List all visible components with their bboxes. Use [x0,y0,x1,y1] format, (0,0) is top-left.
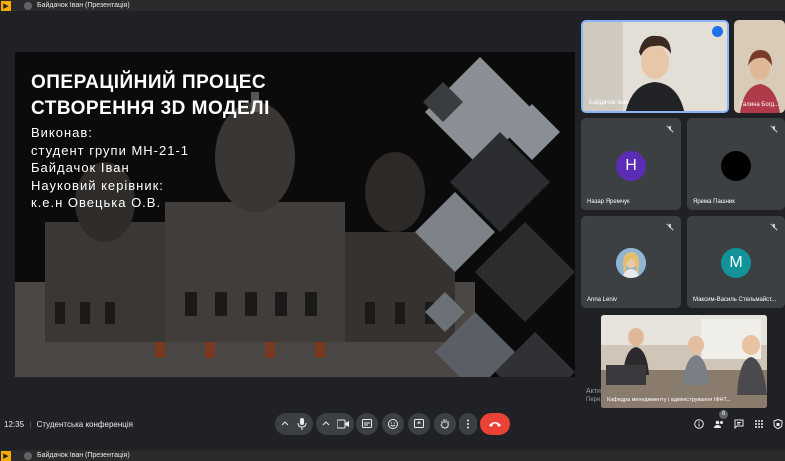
chevron-up-icon[interactable] [322,420,330,428]
partial-video [734,20,785,113]
participant-name: Байдачок Іван [589,100,629,106]
mic-off-icon [666,223,674,231]
room-video [601,315,767,408]
mic-off-icon [666,125,674,133]
mic-control[interactable] [275,413,313,435]
avatar-photo [616,248,646,278]
clock: 12:35 [4,420,25,429]
presentation-slide: ОПЕРАЦІЙНИЙ ПРОЦЕС СТВОРЕННЯ 3D МОДЕЛІ В… [15,52,575,377]
meeting-name: Студентська конференція [36,420,133,429]
separator: | [29,420,32,429]
info-icon[interactable] [694,419,704,429]
phone-hangup-icon[interactable] [488,420,502,428]
slides-app-icon: ▶ [1,0,11,11]
presenter-avatar [24,1,32,10]
participant-tile[interactable]: Ярема Пашник [687,118,785,210]
captions-button[interactable] [356,413,378,435]
present-button[interactable] [408,413,430,435]
avatar: Н [616,151,646,181]
slide-body-line: Байдачок Іван [31,160,130,175]
slide-title: ОПЕРАЦІЙНИЙ ПРОЦЕС СТВОРЕННЯ 3D МОДЕЛІ [31,70,270,122]
host-controls-icon[interactable] [773,419,783,429]
participant-name: Ярема Пашник [693,199,735,205]
end-call-button[interactable] [480,413,510,435]
window-titlebar-bottom: ▶ Байдачок Іван (Презентація) [0,450,785,461]
slide-title-line2: СТВОРЕННЯ 3D МОДЕЛІ [31,98,270,119]
more-options-button[interactable] [459,413,477,435]
chat-icon[interactable] [734,419,744,429]
presenter-avatar [24,451,32,460]
emoji-icon[interactable] [388,419,398,429]
participant-name: Галина Богд... [740,102,780,108]
slide-body-line: к.е.н Овецька О.В. [31,195,162,210]
avatar: М [721,248,751,278]
emoji-button[interactable] [382,413,404,435]
participant-tile[interactable]: Anna Leniv [581,216,681,308]
mic-off-icon [770,223,778,231]
window-title: Байдачок Іван (Презентація) [37,452,130,459]
participant-tile-speaker[interactable]: Байдачок Іван [581,20,729,113]
more-vert-icon[interactable] [466,419,470,429]
participant-tile[interactable]: Н Назар Яремчук [581,118,681,210]
slide-body-line: Виконав: [31,125,93,140]
participant-name: Anna Leniv [587,297,618,303]
meet-main-area: ОПЕРАЦІЙНИЙ ПРОЦЕС СТВОРЕННЯ 3D МОДЕЛІ В… [0,11,785,450]
slide-body-line: Науковий керівник: [31,177,164,193]
slides-app-icon: ▶ [1,450,11,461]
camera-icon[interactable] [337,419,349,429]
participant-name: Назар Яремчук [587,199,630,205]
activities-icon[interactable] [754,419,764,429]
slide-body: Виконав: студент групи МН-21-1 Байдачок … [31,124,189,212]
slide-body-line: студент групи МН-21-1 [31,142,190,158]
window-title: Байдачок Іван (Презентація) [37,2,130,9]
slide-title-line1: ОПЕРАЦІЙНИЙ ПРОЦЕС [31,72,267,93]
participant-tile-room[interactable]: Кафедра менеджменту і адміністрування ІФ… [601,315,767,408]
avatar [721,151,751,181]
people-icon[interactable] [714,419,724,429]
window-titlebar: ▶ Байдачок Іван (Презентація) [0,0,785,11]
mic-off-icon [770,125,778,133]
speaking-indicator-icon [712,26,723,37]
present-icon[interactable] [414,419,424,428]
participant-name: Максим-Василь Стельмайст... [693,297,777,303]
participant-tile-partial[interactable]: Галина Богд... [734,20,785,113]
hand-icon[interactable] [440,418,450,429]
participant-tile[interactable]: М Максим-Василь Стельмайст... [687,216,785,308]
mic-icon[interactable] [297,418,307,430]
raise-hand-button[interactable] [434,413,456,435]
chevron-up-icon[interactable] [281,420,289,428]
participants-count-badge: 8 [719,410,728,419]
camera-control[interactable] [316,413,354,435]
meeting-time: 12:35 | Студентська конференція [4,420,133,429]
participant-name: Кафедра менеджменту і адміністрування ІФ… [607,397,731,403]
captions-icon[interactable] [362,419,372,428]
